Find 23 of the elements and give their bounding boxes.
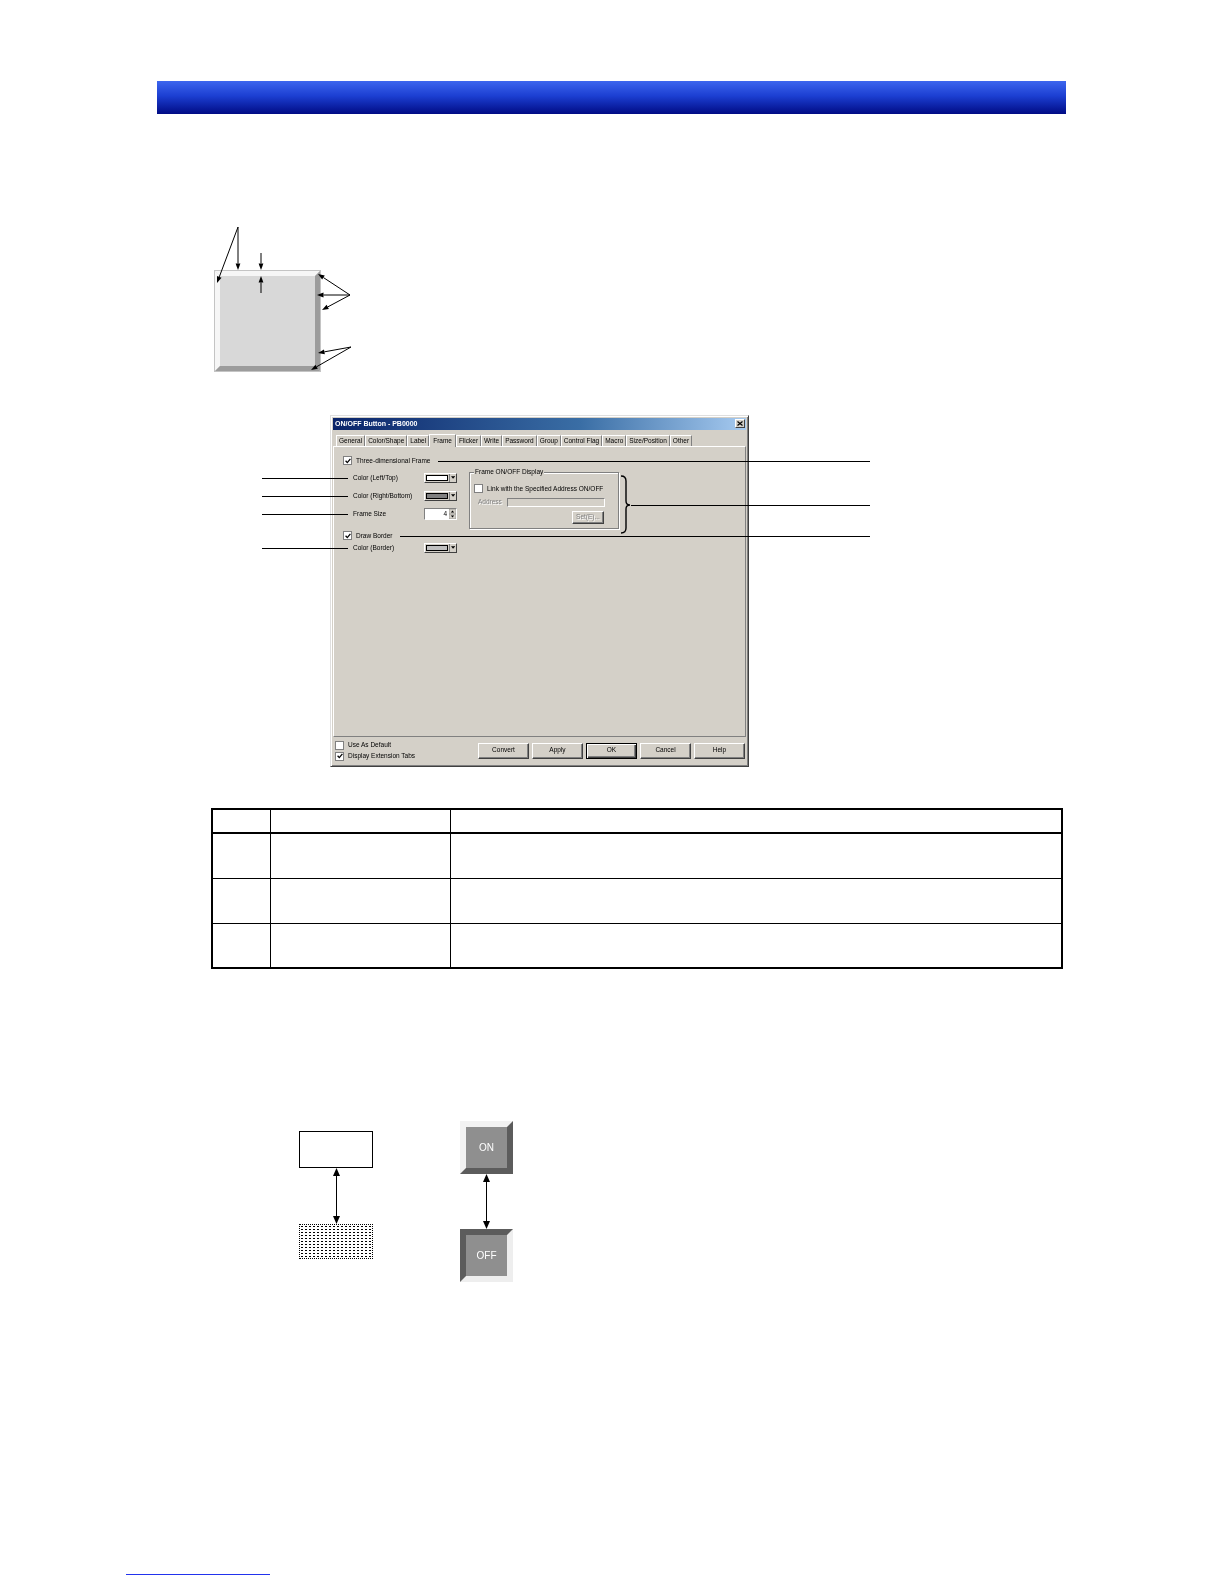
caret-icon	[450, 546, 455, 550]
checkmark-icon	[336, 753, 343, 760]
caret-icon	[450, 476, 455, 480]
double-arrow	[331, 1168, 341, 1224]
color-picker-button[interactable]	[424, 542, 457, 553]
close-button[interactable]	[735, 419, 745, 429]
spin-arrows-icon	[449, 508, 456, 519]
raised-button-image: ON	[460, 1121, 513, 1174]
brace-icon	[620, 475, 631, 534]
color-picker-button[interactable]	[424, 472, 457, 483]
checkmark-icon	[344, 532, 351, 539]
color-picker-button[interactable]	[424, 490, 457, 501]
pressed-button-image: OFF	[460, 1229, 513, 1282]
checkmark-icon	[344, 457, 351, 464]
dimension-arrow	[258, 252, 264, 294]
checkbox[interactable]	[343, 456, 352, 466]
checkbox[interactable]	[335, 751, 344, 761]
checkbox[interactable]	[343, 531, 352, 541]
double-arrow	[482, 1174, 491, 1229]
caret-icon	[450, 494, 455, 498]
checkbox[interactable]	[335, 740, 344, 750]
checkbox[interactable]	[474, 484, 483, 494]
close-icon	[737, 421, 743, 427]
